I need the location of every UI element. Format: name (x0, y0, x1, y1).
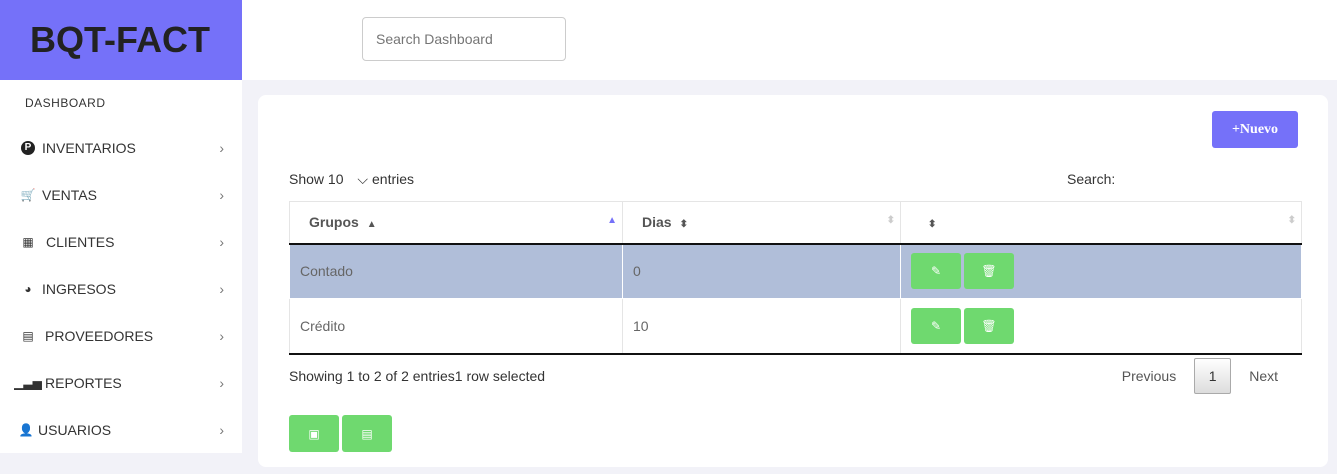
sidebar: DASHBOARD P INVENTARIOS › 🛒 VENTAS › ▦ CLIENT… (0, 80, 242, 453)
sidebar-item-inventarios[interactable]: P INVENTARIOS › (0, 124, 242, 171)
sort-icon: ⬍ (886, 215, 895, 226)
trash-icon: 🗑 (981, 318, 997, 333)
chevron-right-icon: › (219, 327, 224, 344)
sidebar-item-label: CLIENTES (46, 233, 115, 250)
export-pdf-button[interactable]: ▤ (342, 415, 392, 452)
page-1-button[interactable]: 1 (1194, 358, 1232, 394)
file-excel-icon: ▣ (308, 426, 320, 441)
chevron-right-icon: › (219, 139, 224, 156)
column-label: Grupos (309, 214, 359, 231)
sort-icon: ⬍ (928, 219, 937, 231)
pagination: Previous 1 Next (1104, 358, 1296, 394)
brand-logo: BQT-FACT (0, 0, 242, 80)
previous-button[interactable]: Previous (1104, 368, 1194, 384)
sidebar-item-label: PROVEEDORES (45, 327, 154, 344)
next-button[interactable]: Next (1231, 368, 1296, 384)
sort-icon: ⬍ (1287, 215, 1296, 226)
show-label: Show (289, 171, 325, 187)
sort-icon: ▲ (607, 215, 617, 226)
trash-icon: 🗑 (981, 264, 997, 279)
cubes-icon: ▦ (22, 234, 34, 249)
cell-grupo: Contado (289, 243, 623, 299)
content-card: +Nuevo Show 10 ⌵ entries Search: Grupos ▲ ▲… (258, 95, 1328, 467)
cell-dias: 0 (622, 243, 901, 299)
sidebar-dashboard[interactable]: DASHBOARD (0, 80, 242, 124)
sidebar-item-label: USUARIOS (38, 421, 112, 438)
chevron-right-icon: › (219, 280, 224, 297)
chevron-right-icon: › (219, 233, 224, 250)
entries-label: entries (372, 171, 415, 187)
column-label: Dias (642, 214, 672, 231)
nuevo-button[interactable]: +Nuevo (1212, 111, 1298, 148)
edit-button[interactable]: ✎ (911, 307, 961, 344)
sidebar-item-ventas[interactable]: 🛒 VENTAS › (0, 171, 242, 218)
tachometer-icon: ◕ (24, 281, 32, 296)
cell-actions: ✎ 🗑 (900, 243, 1302, 299)
table-row[interactable]: Contado 0 ✎ 🗑 (289, 243, 1302, 299)
edit-icon: ✎ (930, 264, 942, 279)
page-size-select[interactable]: 10 (328, 171, 344, 187)
export-excel-button[interactable]: ▣ (289, 415, 339, 452)
search-dashboard-input[interactable] (362, 17, 566, 61)
sidebar-item-label: REPORTES (45, 374, 122, 391)
cell-grupo: Crédito (289, 298, 623, 355)
sidebar-item-reportes[interactable]: ▁▃▅ REPORTES › (0, 359, 242, 406)
column-dias[interactable]: Dias ⬍ ⬍ (622, 201, 901, 245)
sidebar-item-label: INGRESOS (42, 280, 116, 297)
chevron-right-icon: › (219, 186, 224, 203)
table-row[interactable]: Crédito 10 ✎ 🗑 (289, 298, 1302, 355)
parking-circle-icon: P (20, 140, 36, 155)
cell-actions: ✎ 🗑 (900, 298, 1302, 355)
chevron-right-icon: › (219, 374, 224, 391)
delete-button[interactable]: 🗑 (964, 253, 1014, 290)
sidebar-item-label: VENTAS (42, 186, 97, 203)
sidebar-item-usuarios[interactable]: 👤 USUARIOS › (0, 406, 242, 453)
edit-icon: ✎ (930, 318, 942, 333)
column-actions[interactable]: ⬍ ⬍ (900, 201, 1302, 245)
chevron-down-icon[interactable]: ⌵ (357, 171, 368, 187)
edit-button[interactable]: ✎ (911, 253, 961, 290)
cart-icon: 🛒 (20, 187, 36, 202)
sidebar-item-clientes[interactable]: ▦ CLIENTES › (0, 218, 242, 265)
topbar (242, 0, 1337, 80)
table-search-label: Search: (1067, 171, 1116, 187)
sidebar-item-proveedores[interactable]: ▤ PROVEEDORES › (0, 312, 242, 359)
chevron-right-icon: › (219, 421, 224, 438)
delete-button[interactable]: 🗑 (964, 307, 1014, 344)
table-info: Showing 1 to 2 of 2 entries1 row selecte… (289, 368, 546, 384)
bar-chart-icon: ▁▃▅ (14, 375, 42, 390)
sort-icon: ⬍ (679, 219, 688, 231)
column-grupos[interactable]: Grupos ▲ ▲ (289, 201, 623, 245)
page-size-control: Show 10 ⌵ entries (289, 171, 414, 188)
file-pdf-icon: ▤ (361, 426, 373, 441)
user-icon: 👤 (18, 422, 34, 437)
grupos-table: Grupos ▲ ▲ Dias ⬍ ⬍ ⬍ ⬍ Contado 0 ✎ 🗑 Crédito 10 ✎… (289, 201, 1302, 355)
cell-dias: 10 (622, 298, 901, 355)
id-card-icon: ▤ (22, 328, 34, 343)
sort-asc-icon: ▲ (366, 219, 377, 231)
sidebar-item-label: INVENTARIOS (42, 139, 136, 156)
sidebar-item-ingresos[interactable]: ◕ INGRESOS › (0, 265, 242, 312)
